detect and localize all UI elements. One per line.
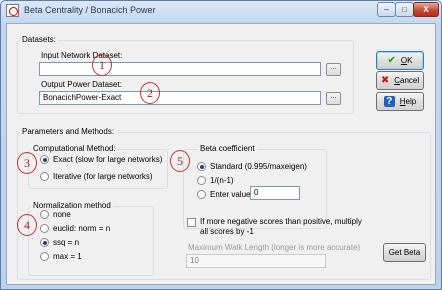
annotation-2: 2 — [140, 82, 160, 104]
radio-norm-euclid[interactable]: euclid: norm = n — [40, 224, 110, 233]
radio-beta-standard[interactable]: Standard (0.995/maxeigen) — [197, 162, 307, 171]
radio-norm-none[interactable]: none — [40, 210, 71, 219]
get-beta-button[interactable]: Get Beta — [383, 243, 426, 262]
close-button[interactable]: X — [413, 2, 439, 17]
beta-coefficient-label: Beta coefficient — [198, 144, 257, 154]
dialog-window: Beta Centrality / Bonacich Power – □ X D… — [0, 0, 442, 290]
radio-norm-ssq[interactable]: ssq = n — [40, 238, 79, 247]
radio-norm-euclid-label: euclid: norm = n — [53, 224, 111, 233]
window-title: Beta Centrality / Bonacich Power — [24, 5, 156, 15]
radio-exact-label: Exact (slow for large networks) — [53, 155, 163, 164]
max-walk-field[interactable]: 10 — [186, 254, 326, 268]
minimize-button[interactable]: – — [377, 2, 396, 17]
radio-beta-standard-indicator[interactable] — [197, 162, 206, 171]
cancel-button-label: Cancel — [394, 76, 420, 85]
output-dataset-field[interactable]: BonacichPower-Exact — [39, 91, 321, 105]
radio-beta-reciprocal[interactable]: 1/(n-1) — [197, 176, 234, 185]
computational-method-label: Computational Method: — [31, 144, 118, 154]
radio-iterative-label: Iterative (for large networks) — [53, 172, 153, 181]
radio-exact-indicator[interactable] — [40, 155, 49, 164]
radio-exact[interactable]: Exact (slow for large networks) — [40, 155, 162, 164]
ok-button[interactable]: ✔ OK — [376, 51, 424, 70]
radio-beta-standard-label: Standard (0.995/maxeigen) — [210, 162, 307, 171]
app-icon — [6, 4, 19, 17]
help-button-label: Help — [399, 97, 417, 106]
negate-scores-checkbox[interactable] — [187, 218, 196, 227]
checkmark-icon: ✔ — [387, 55, 396, 66]
parameters-group-label: Parameters and Methods: — [20, 127, 117, 137]
title-bar: Beta Centrality / Bonacich Power – □ X — [1, 1, 441, 21]
radio-beta-reciprocal-label: 1/(n-1) — [210, 176, 234, 185]
max-walk-label: Maximum Walk Length (longer is more accu… — [188, 243, 361, 252]
input-browse-button[interactable]: ... — [326, 63, 341, 76]
annotation-3: 3 — [17, 152, 37, 174]
help-button[interactable]: ? Help — [376, 92, 424, 111]
output-browse-button[interactable]: ... — [326, 92, 341, 105]
negate-scores-label-line2: all scores by -1 — [200, 227, 254, 236]
radio-norm-none-indicator[interactable] — [40, 210, 49, 219]
annotation-5: 5 — [170, 150, 190, 172]
x-icon: ✖ — [380, 75, 390, 86]
cancel-button[interactable]: ✖ Cancel — [376, 71, 424, 90]
radio-beta-reciprocal-indicator[interactable] — [197, 176, 206, 185]
maximize-button[interactable]: □ — [395, 2, 414, 17]
dialog-client-area: Datasets: Input Network Dataset: ... Out… — [6, 23, 436, 285]
annotation-1: 1 — [92, 54, 112, 76]
radio-norm-max-label: max = 1 — [53, 252, 82, 261]
radio-beta-enter-indicator[interactable] — [197, 190, 206, 199]
annotation-4: 4 — [17, 214, 37, 236]
radio-norm-max-indicator[interactable] — [40, 252, 49, 261]
radio-norm-ssq-label: ssq = n — [53, 238, 80, 247]
output-dataset-label: Output Power Dataset: — [41, 80, 122, 89]
radio-norm-ssq-indicator[interactable] — [40, 238, 49, 247]
ok-button-label: OK — [400, 56, 413, 65]
negate-scores-checkbox-row[interactable]: If more negative scores than positive, m… — [187, 217, 362, 237]
radio-iterative[interactable]: Iterative (for large networks) — [40, 172, 153, 181]
datasets-group-label: Datasets: — [20, 35, 58, 45]
radio-norm-max[interactable]: max = 1 — [40, 252, 82, 261]
radio-norm-none-label: none — [53, 210, 71, 219]
radio-beta-enter[interactable]: Enter value: — [197, 190, 253, 199]
question-icon: ? — [383, 96, 395, 107]
input-dataset-field[interactable] — [39, 62, 321, 76]
negate-scores-label-line1: If more negative scores than positive, m… — [200, 217, 362, 226]
radio-iterative-indicator[interactable] — [40, 172, 49, 181]
beta-value-field[interactable]: 0 — [250, 186, 300, 200]
radio-norm-euclid-indicator[interactable] — [40, 224, 49, 233]
negate-scores-label: If more negative scores than positive, m… — [200, 217, 362, 237]
radio-beta-enter-label: Enter value: — [210, 190, 253, 199]
